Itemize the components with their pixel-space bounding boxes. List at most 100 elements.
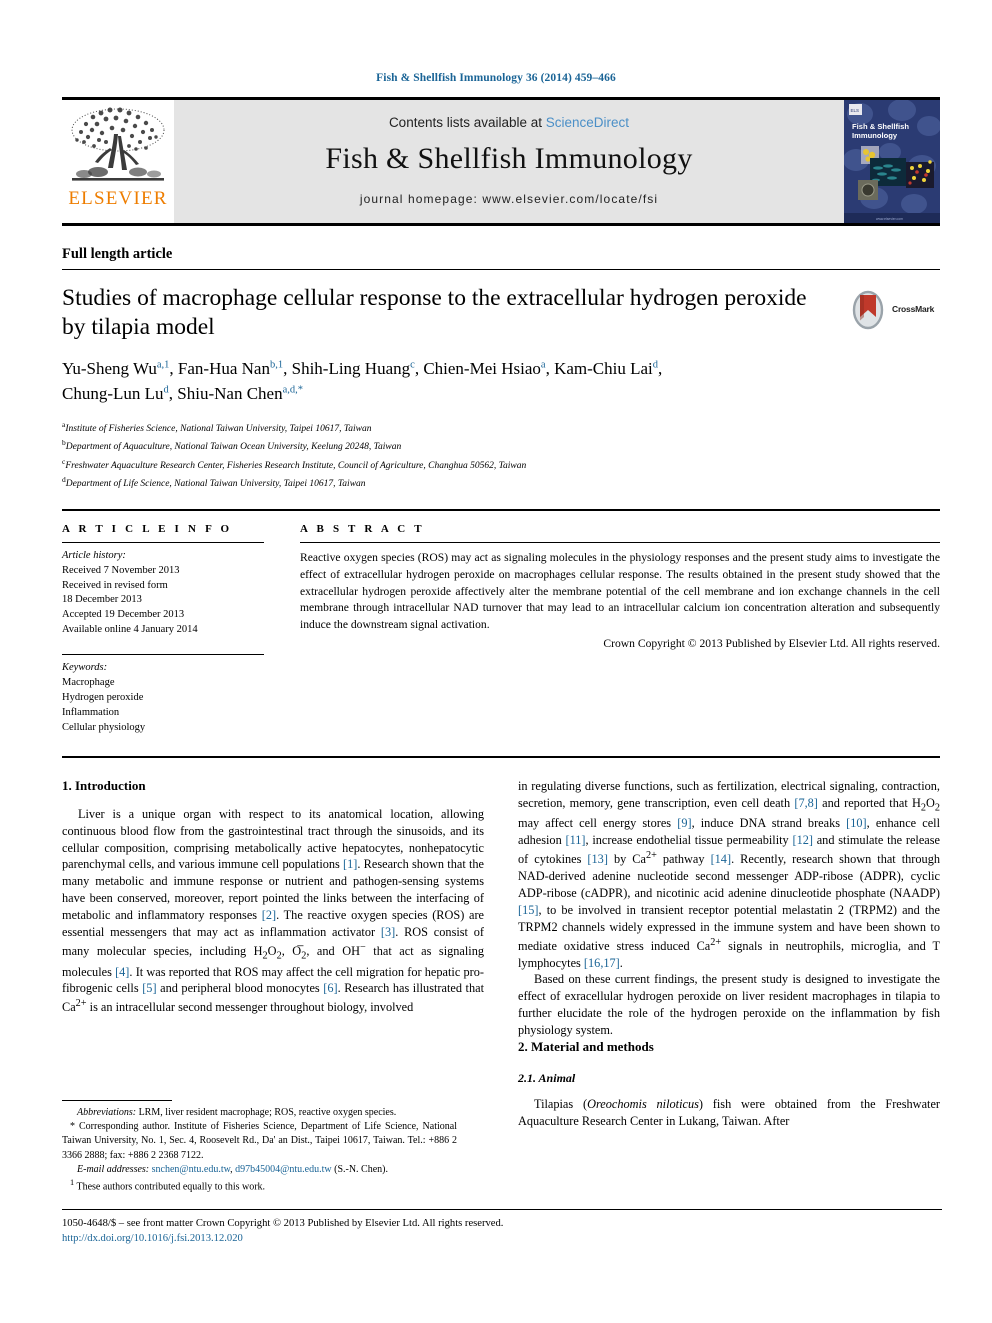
crossmark-badge[interactable]: CrossMark: [848, 284, 940, 341]
journal-homepage-link[interactable]: journal homepage: www.elsevier.com/locat…: [360, 192, 658, 206]
footnotes-block: Abbreviations: LRM, liver resident macro…: [62, 1100, 457, 1194]
cover-art: ELS Fish & Shellfish Immunology www.else…: [844, 100, 940, 223]
affiliation-item: dDepartment of Life Science, National Ta…: [62, 474, 940, 493]
article-history-item: Available online 4 January 2014: [62, 624, 198, 636]
title-row: Studies of macrophage cellular response …: [62, 284, 940, 341]
elsevier-tree-icon: [71, 107, 165, 181]
abbreviations-text: LRM, liver resident macrophage; ROS, rea…: [136, 1107, 397, 1118]
article-history-item: Received 7 November 2013: [62, 564, 180, 576]
intro-paragraph-part2: in regulating diverse functions, such as…: [518, 778, 940, 972]
abstract-rule: [300, 541, 940, 543]
citation-ref[interactable]: [5]: [142, 981, 156, 995]
text-run: .: [619, 955, 623, 970]
citation-ref[interactable]: [15]: [518, 903, 539, 917]
abstract-copyright: Crown Copyright © 2013 Published by Else…: [603, 637, 940, 651]
author-affil-mark[interactable]: a,d,*: [283, 384, 303, 395]
keywords-label: Keywords:: [62, 662, 108, 674]
sciencedirect-link[interactable]: ScienceDirect: [546, 115, 629, 130]
footer-rule: [62, 1209, 942, 1210]
footnote-separator-rule: [62, 1100, 172, 1101]
citation-ref[interactable]: [6]: [323, 981, 337, 995]
abstract-column: A B S T R A C T Reactive oxygen species …: [300, 523, 940, 736]
citation-ref[interactable]: [1]: [343, 857, 357, 871]
abstract-heading: A B S T R A C T: [300, 522, 425, 535]
article-history-label: Article history:: [62, 549, 126, 561]
affiliation-text: Department of Aquaculture, National Taiw…: [65, 442, 402, 453]
author-item: Shih-Ling Huangc,: [291, 359, 424, 379]
keyword-item: Hydrogen peroxide: [62, 691, 144, 703]
section-heading-material-methods: 2. Material and methods: [518, 1039, 654, 1055]
page-footer: 1050-4648/$ – see front matter Crown Cop…: [62, 1209, 942, 1247]
article-history-item: Received in revised form: [62, 579, 168, 591]
body-column-right: in regulating diverse functions, such as…: [518, 778, 940, 1130]
article-info-heading: A R T I C L E I N F O: [62, 522, 233, 535]
affiliation-item: bDepartment of Aquaculture, National Tai…: [62, 437, 940, 456]
citation-ref[interactable]: [12]: [792, 833, 813, 847]
footnote-corresponding-author: * Corresponding author. Institute of Fis…: [62, 1120, 457, 1163]
elsevier-logo: ELSEVIER: [62, 100, 174, 223]
footnote-abbreviations: Abbreviations: LRM, liver resident macro…: [62, 1106, 457, 1120]
email-link-1[interactable]: snchen@ntu.edu.tw: [152, 1164, 231, 1175]
citation-ref[interactable]: [2]: [262, 908, 276, 922]
email-link-2[interactable]: d97b45004@ntu.edu.tw: [235, 1164, 331, 1175]
citation-ref[interactable]: [4]: [115, 965, 129, 979]
article-type-label: Full length article: [62, 246, 940, 270]
page-title: Studies of macrophage cellular response …: [62, 285, 807, 340]
affiliation-text: Freshwater Aquaculture Research Center, …: [65, 460, 527, 471]
citation-ref[interactable]: [10]: [846, 816, 867, 830]
keywords-rule: [62, 654, 264, 656]
article-history-item: Accepted 19 December 2013: [62, 609, 185, 621]
citation-ref[interactable]: [3]: [381, 925, 395, 939]
journal-cover-thumbnail: ELS Fish & Shellfish Immunology www.else…: [844, 100, 940, 223]
doi-link[interactable]: http://dx.doi.org/10.1016/j.fsi.2013.12.…: [62, 1231, 942, 1246]
keywords-block: Keywords: Macrophage Hydrogen peroxide I…: [62, 654, 264, 736]
affiliation-list: aInstitute of Fisheries Science, Nationa…: [62, 419, 940, 493]
citation-ref[interactable]: [16,17]: [584, 956, 620, 970]
cover-title-line2: Immunology: [852, 131, 898, 140]
citation-ref[interactable]: [7,8]: [794, 796, 818, 810]
author-affil-mark: a,1: [156, 359, 170, 371]
keyword-item: Cellular physiology: [62, 721, 146, 733]
citation-ref[interactable]: [11]: [565, 833, 585, 847]
elsevier-wordmark: ELSEVIER: [68, 188, 168, 209]
article-history-item: 18 December 2013: [62, 594, 142, 606]
crossmark-label: CrossMark: [892, 304, 935, 314]
cover-title-line1: Fish & Shellfish: [852, 122, 909, 131]
journal-title: Fish & Shellfish Immunology: [325, 142, 693, 175]
body-column-left: 1. Introduction Liver is a unique organ …: [62, 778, 484, 1130]
citation-ref[interactable]: [13]: [587, 852, 608, 866]
equal-contribution-text: These authors contributed equally to thi…: [74, 1181, 266, 1193]
intro-paragraph-3: Based on these current findings, the pre…: [518, 972, 940, 1038]
info-top-rule: [62, 508, 940, 511]
body-columns: 1. Introduction Liver is a unique organ …: [62, 778, 940, 1130]
running-head: Fish & Shellfish Immunology 36 (2014) 45…: [376, 72, 616, 84]
info-abstract-grid: A R T I C L E I N F O Article history: R…: [62, 523, 940, 736]
author-item: Yu-Sheng Wua,1,: [62, 359, 178, 379]
email-suffix: (S.-N. Chen).: [331, 1163, 388, 1175]
citation-ref[interactable]: [9]: [677, 816, 691, 830]
body-top-rule: [62, 755, 940, 758]
contents-available-line: Contents lists available at ScienceDirec…: [389, 115, 629, 130]
paper-page: Fish & Shellfish Immunology 36 (2014) 45…: [0, 0, 992, 1323]
affiliation-item: aInstitute of Fisheries Science, Nationa…: [62, 419, 940, 438]
author-item: Fan-Hua Nanb,1,: [177, 359, 292, 379]
section-heading-introduction: 1. Introduction: [62, 777, 146, 793]
abstract-text: Reactive oxygen species (ROS) may act as…: [300, 550, 940, 632]
footnote-equal-contribution: 1 These authors contributed equally to t…: [62, 1177, 457, 1195]
author-affil-mark: d: [652, 359, 658, 371]
author-affil-mark: a: [540, 359, 546, 371]
issn-copyright-line: 1050-4648/$ – see front matter Crown Cop…: [62, 1218, 504, 1229]
intro-paragraph-part1: Liver is a unique organ with respect to …: [62, 806, 484, 1017]
citation-ref[interactable]: [14]: [711, 852, 732, 866]
text-run: , to be involved in transient receptor p…: [518, 902, 940, 970]
text-run: , increase endothelial tissue permeabili…: [585, 833, 793, 848]
crossmark-icon: [852, 290, 884, 330]
text-run: and peripheral blood monocytes: [156, 981, 324, 996]
author-item: Chien-Mei Hsiaoa,: [423, 359, 555, 379]
article-info-rule: [62, 541, 264, 543]
subsection-heading-animal: 2.1. Animal: [518, 1071, 576, 1086]
keyword-item: Macrophage: [62, 677, 115, 689]
affiliation-item: cFreshwater Aquaculture Research Center,…: [62, 456, 940, 475]
animal-paragraph: Tilapias (Oreochomis niloticus) fish wer…: [518, 1096, 940, 1130]
contents-prefix: Contents lists available at: [388, 115, 546, 130]
